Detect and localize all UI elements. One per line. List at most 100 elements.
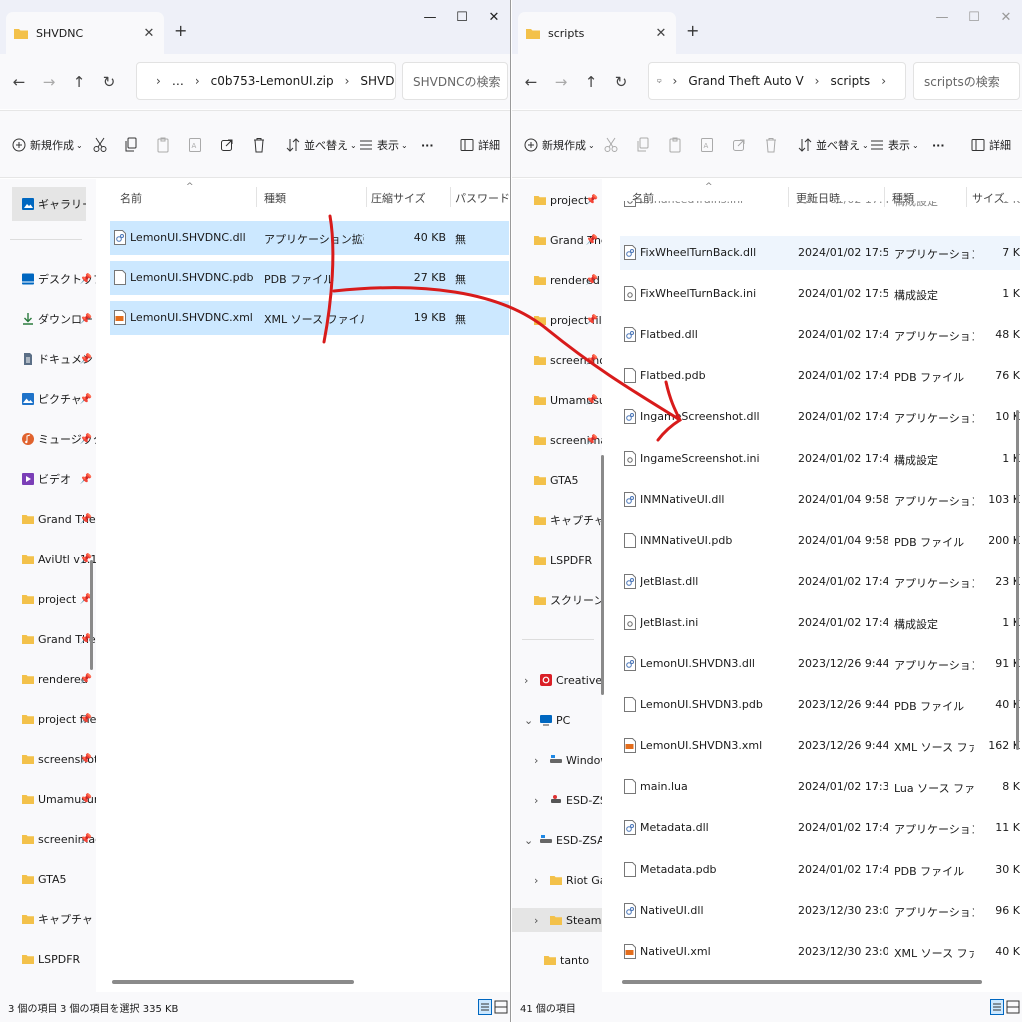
nav-item[interactable]: screenshot📌 — [512, 348, 602, 372]
expand-chevron-icon[interactable]: › — [534, 874, 550, 887]
address-bar[interactable]: › … › c0b753-LemonUI.zip › SHVDNC — [136, 62, 396, 100]
nav-item[interactable]: LSPDFR — [512, 548, 602, 572]
tab-shvdnc[interactable]: SHVDNC ✕ — [6, 12, 164, 54]
file-row[interactable]: LemonUI.SHVDN3.dll 2023/12/26 9:44 アプリケーショ… — [620, 647, 1020, 681]
paste-icon[interactable] — [156, 135, 170, 155]
sort-button[interactable]: 並べ替え ⌄ — [286, 135, 357, 155]
nav-item[interactable]: project file📌 — [512, 308, 602, 332]
file-list-scrollbar[interactable] — [1016, 410, 1019, 750]
file-row[interactable]: JetBlast.ini 2024/01/02 17:48 構成設定 1 K — [620, 606, 1020, 640]
nav-item[interactable]: project 📌 — [512, 188, 602, 212]
file-row[interactable]: INMNativeUI.dll 2024/01/04 9:58 アプリケーション拡張… — [620, 483, 1020, 517]
file-row[interactable]: LemonUI.SHVDNC.xml XML ソース ファイル 19 KB 無 — [110, 301, 509, 335]
new-tab-button[interactable]: + — [174, 21, 187, 40]
nav-item[interactable]: screenimag📌 — [512, 428, 602, 452]
close-window-button[interactable]: ✕ — [990, 10, 1022, 25]
paste-icon[interactable] — [668, 135, 682, 155]
breadcrumb-scripts[interactable]: scripts — [830, 74, 870, 88]
nav-item[interactable]: project file📌 — [0, 707, 96, 731]
back-arrow-icon[interactable]: ← — [4, 73, 34, 91]
breadcrumb-zip[interactable]: c0b753-LemonUI.zip — [211, 74, 334, 88]
cut-icon[interactable] — [604, 135, 618, 155]
nav-item[interactable]: キャプチャ — [0, 907, 96, 931]
expand-chevron-icon[interactable]: ⌄ — [524, 714, 540, 727]
breadcrumb-more[interactable]: … — [172, 74, 184, 88]
thumbnail-view-icon[interactable] — [1006, 1000, 1020, 1014]
column-password[interactable]: パスワード保護 — [455, 190, 510, 206]
nav-item[interactable]: AviUtl v1.10📌 — [0, 547, 96, 571]
nav-scrollbar[interactable] — [601, 455, 604, 695]
column-type[interactable]: 種類 — [264, 190, 286, 206]
trash-icon[interactable] — [252, 135, 266, 155]
search-input[interactable]: scriptsの検索 — [913, 62, 1020, 100]
expand-chevron-icon[interactable]: › — [534, 754, 550, 767]
horizontal-scrollbar[interactable] — [112, 980, 354, 984]
file-row[interactable]: Flatbed.pdb 2024/01/02 17:41 PDB ファイル 76 K — [620, 359, 1020, 393]
file-row[interactable]: Metadata.pdb 2024/01/02 17:41 PDB ファイル 30 K — [620, 853, 1020, 887]
nav-item[interactable]: GTA5 — [512, 468, 602, 492]
nav-item[interactable]: Umamusun📌 — [0, 787, 96, 811]
file-row[interactable]: LemonUI.SHVDN3.pdb 2023/12/26 9:44 PDB ファイ… — [620, 688, 1020, 722]
new-tab-button[interactable]: + — [686, 21, 699, 40]
nav-item[interactable]: project 📌 — [0, 587, 96, 611]
nav-item[interactable]: GTA5 — [0, 867, 96, 891]
file-row[interactable]: LemonUI.SHVDN3.xml 2023/12/26 9:44 XML ソース… — [620, 729, 1020, 763]
breadcrumb-gta5[interactable]: Grand Theft Auto V — [688, 74, 803, 88]
nav-item[interactable]: ミュージック📌 — [0, 427, 96, 451]
close-tab-button[interactable]: ✕ — [142, 26, 156, 41]
file-row[interactable]: FixWheelTurnBack.ini 2024/01/02 17:51 構成設定… — [620, 277, 1020, 311]
nav-item[interactable]: Grand Thef📌 — [0, 627, 96, 651]
nav-item[interactable]: screenshots📌 — [0, 747, 96, 771]
nav-item[interactable]: デスクトップ📌 — [0, 267, 96, 291]
column-name[interactable]: 名前 — [120, 190, 142, 206]
minimize-button[interactable]: — — [414, 10, 446, 25]
minimize-button[interactable]: — — [926, 10, 958, 25]
close-window-button[interactable]: ✕ — [478, 10, 510, 25]
file-row[interactable]: IngameScreenshot.ini 2024/01/02 17:49 構成設定… — [620, 442, 1020, 476]
nav-item[interactable]: Umamusun📌 — [512, 388, 602, 412]
details-button[interactable]: 詳細 — [460, 135, 500, 155]
nav-item[interactable]: Grand Thef📌 — [512, 228, 602, 252]
nav-item[interactable]: スクリーンショット — [512, 588, 602, 612]
file-row[interactable]: Flatbed.dll 2024/01/02 17:41 アプリケーション拡張 48 … — [620, 318, 1020, 352]
breadcrumb-shvdnc[interactable]: SHVDNC — [360, 74, 395, 88]
nav-item[interactable]: tanto — [512, 948, 602, 972]
nav-item[interactable]: › Creative Cloud — [512, 668, 602, 692]
search-input[interactable]: SHVDNCの検索 — [402, 62, 508, 100]
file-row[interactable]: FixWheelTurnBack.dll 2024/01/02 17:51 アプリケ… — [620, 236, 1020, 270]
rename-icon[interactable]: A — [700, 135, 714, 155]
address-bar[interactable]: › Grand Theft Auto V › scripts › — [648, 62, 906, 100]
details-button[interactable]: 詳細 — [971, 135, 1011, 155]
file-row[interactable]: Metadata.dll 2024/01/02 17:41 アプリケーション拡張 11… — [620, 811, 1020, 845]
nav-item[interactable]: ドキュメント📌 — [0, 347, 96, 371]
view-button[interactable]: 表示 ⌄ — [870, 135, 919, 155]
nav-item[interactable]: ⌄ ESD-ZSA (E:) — [512, 828, 602, 852]
nav-item[interactable]: ⌄ PC — [512, 708, 602, 732]
nav-item[interactable]: › Riot Games — [512, 868, 602, 892]
tab-scripts[interactable]: scripts ✕ — [518, 12, 676, 54]
file-row[interactable]: INMNativeUI.pdb 2024/01/04 9:58 PDB ファイル 20… — [620, 524, 1020, 558]
sort-button[interactable]: 並べ替え ⌄ — [798, 135, 869, 155]
forward-arrow-icon[interactable]: → — [546, 73, 576, 91]
expand-chevron-icon[interactable]: › — [534, 914, 550, 927]
details-view-icon[interactable] — [990, 999, 1004, 1015]
file-row[interactable]: main.lua 2024/01/02 17:35 Lua ソース ファイル 8 K — [620, 770, 1020, 804]
file-row[interactable]: NativeUI.xml 2023/12/30 23:04 XML ソース ファイル… — [620, 935, 1020, 969]
share-icon[interactable] — [220, 135, 234, 155]
up-arrow-icon[interactable]: ↑ — [64, 73, 94, 91]
file-row[interactable]: LemonUI.SHVDNC.pdb PDB ファイル 27 KB 無 — [110, 261, 509, 295]
refresh-icon[interactable]: ↻ — [94, 73, 124, 91]
more-options-button[interactable]: ··· — [932, 135, 945, 155]
expand-chevron-icon[interactable]: › — [534, 794, 550, 807]
maximize-button[interactable]: ☐ — [958, 10, 990, 25]
refresh-icon[interactable]: ↻ — [606, 73, 636, 91]
nav-item[interactable]: ビデオ 📌 — [0, 467, 96, 491]
back-arrow-icon[interactable]: ← — [516, 73, 546, 91]
column-size[interactable]: 圧縮サイズ — [371, 190, 426, 206]
expand-chevron-icon[interactable]: › — [524, 674, 540, 687]
copy-icon[interactable] — [124, 135, 138, 155]
nav-item[interactable]: › ESD-ZSA (E:) — [512, 788, 602, 812]
expand-chevron-icon[interactable]: ⌄ — [524, 834, 540, 847]
nav-item[interactable]: rendered 📌 — [512, 268, 602, 292]
view-button[interactable]: 表示 ⌄ — [359, 135, 408, 155]
